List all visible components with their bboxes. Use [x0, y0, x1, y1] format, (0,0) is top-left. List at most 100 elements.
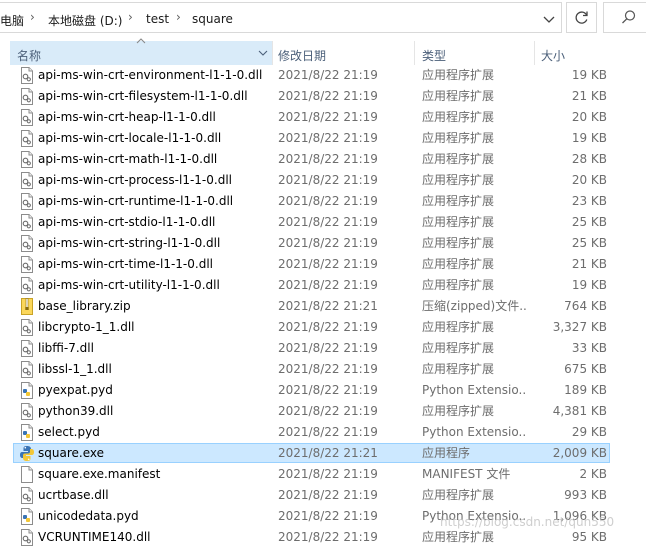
file-row[interactable]: api-ms-win-crt-math-l1-1-0.dll 2021/8/22 … — [0, 149, 646, 170]
file-date: 2021/8/22 21:19 — [278, 194, 378, 208]
file-list: api-ms-win-crt-environment-l1-1-0.dll 202… — [0, 65, 646, 547]
file-size: 19 KB — [571, 278, 607, 292]
file-size: 675 KB — [564, 362, 607, 376]
file-size: 23 KB — [571, 194, 607, 208]
file-row[interactable]: api-ms-win-crt-process-l1-1-0.dll 2021/8/… — [0, 170, 646, 191]
file-size: 19 KB — [571, 131, 607, 145]
chevron-down-icon[interactable] — [540, 11, 558, 27]
dll-icon — [19, 256, 35, 273]
file-name: libffi-7.dll — [38, 341, 94, 355]
watermark: https://blog.csdn.net/qun550 — [440, 515, 615, 529]
file-type: 应用程序扩展 — [422, 320, 495, 334]
file-row[interactable]: api-ms-win-crt-time-l1-1-0.dll 2021/8/22 … — [0, 254, 646, 275]
file-row[interactable]: api-ms-win-crt-utility-l1-1-0.dll 2021/8/… — [0, 275, 646, 296]
file-row[interactable]: base_library.zip 2021/8/22 21:21 压缩(zipped… — [0, 296, 646, 317]
file-row[interactable]: square.exe.manifest 2021/8/22 21:19 MANIFE… — [0, 464, 646, 485]
breadcrumb-square[interactable]: square — [192, 12, 233, 26]
breadcrumb-drive[interactable]: 本地磁盘 (D:) — [48, 12, 122, 29]
file-date: 2021/8/22 21:19 — [278, 173, 378, 187]
file-date: 2021/8/22 21:19 — [278, 89, 378, 103]
search-box[interactable] — [603, 2, 646, 33]
file-icon — [19, 466, 35, 483]
file-date: 2021/8/22 21:21 — [278, 299, 378, 313]
file-explorer-window: 电脑 › 本地磁盘 (D:) › test › square 名称 修改日期 类… — [0, 0, 646, 547]
file-size: 189 KB — [564, 383, 607, 397]
file-size: 21 KB — [571, 89, 607, 103]
file-type: 应用程序扩展 — [422, 215, 495, 229]
dll-icon — [19, 109, 35, 126]
file-row[interactable]: python39.dll 2021/8/22 21:19 应用程序扩展 4,381 K… — [0, 401, 646, 422]
file-size: 4,381 KB — [552, 404, 607, 418]
breadcrumb-separator-icon[interactable]: › — [176, 10, 181, 24]
file-name: base_library.zip — [38, 299, 131, 313]
file-row-selected[interactable]: square.exe 2021/8/22 21:21 应用程序 2,009 KB — [0, 443, 646, 464]
file-date: 2021/8/22 21:19 — [278, 215, 378, 229]
file-date: 2021/8/22 21:19 — [278, 530, 378, 544]
file-row[interactable]: libffi-7.dll 2021/8/22 21:19 应用程序扩展 33 KB — [0, 338, 646, 359]
file-type: 应用程序扩展 — [422, 278, 495, 292]
file-size: 19 KB — [571, 68, 607, 82]
column-size-label[interactable]: 大小 — [541, 47, 565, 64]
column-date-label[interactable]: 修改日期 — [278, 47, 326, 64]
file-type: 应用程序扩展 — [422, 68, 495, 82]
file-row[interactable]: api-ms-win-crt-heap-l1-1-0.dll 2021/8/22 … — [0, 107, 646, 128]
address-bar[interactable]: 电脑 › 本地磁盘 (D:) › test › square — [0, 2, 562, 33]
file-row[interactable]: api-ms-win-crt-runtime-l1-1-0.dll 2021/8/… — [0, 191, 646, 212]
file-row[interactable]: api-ms-win-crt-filesystem-l1-1-0.dll 2021… — [0, 86, 646, 107]
file-row[interactable]: api-ms-win-crt-environment-l1-1-0.dll 202… — [0, 65, 646, 86]
file-name: libcrypto-1_1.dll — [38, 320, 135, 334]
file-name: VCRUNTIME140.dll — [38, 530, 151, 544]
file-row[interactable]: pyexpat.pyd 2021/8/22 21:19 Python Extensi… — [0, 380, 646, 401]
file-date: 2021/8/22 21:19 — [278, 341, 378, 355]
dll-icon — [19, 172, 35, 189]
chevron-down-icon[interactable] — [258, 49, 268, 57]
pyd-icon — [19, 382, 35, 399]
file-type: Python Extensio... — [422, 383, 526, 397]
file-size: 21 KB — [571, 257, 607, 271]
file-type: 应用程序扩展 — [422, 362, 495, 376]
column-divider[interactable] — [272, 41, 273, 65]
file-date: 2021/8/22 21:19 — [278, 509, 378, 523]
file-name: api-ms-win-crt-math-l1-1-0.dll — [38, 152, 218, 166]
file-date: 2021/8/22 21:19 — [278, 488, 378, 502]
file-row[interactable]: api-ms-win-crt-string-l1-1-0.dll 2021/8/2… — [0, 233, 646, 254]
refresh-button[interactable] — [566, 2, 597, 33]
breadcrumb-test[interactable]: test — [146, 12, 169, 26]
dll-icon — [19, 67, 35, 84]
file-row[interactable]: libcrypto-1_1.dll 2021/8/22 21:19 应用程序扩展 3,… — [0, 317, 646, 338]
file-row[interactable]: api-ms-win-crt-stdio-l1-1-0.dll 2021/8/22… — [0, 212, 646, 233]
file-row[interactable]: select.pyd 2021/8/22 21:19 Python Extensio… — [0, 422, 646, 443]
dll-icon — [19, 130, 35, 147]
file-type: 应用程序扩展 — [422, 236, 495, 250]
file-date: 2021/8/22 21:19 — [278, 236, 378, 250]
file-row[interactable]: libssl-1_1.dll 2021/8/22 21:19 应用程序扩展 675 K… — [0, 359, 646, 380]
file-row[interactable]: api-ms-win-crt-locale-l1-1-0.dll 2021/8/2… — [0, 128, 646, 149]
breadcrumb-separator-icon[interactable]: › — [30, 10, 35, 24]
dll-icon — [19, 193, 35, 210]
file-date: 2021/8/22 21:19 — [278, 278, 378, 292]
file-type: MANIFEST 文件 — [422, 467, 511, 481]
file-date: 2021/8/22 21:19 — [278, 257, 378, 271]
breadcrumb-separator-icon[interactable]: › — [128, 10, 133, 24]
column-divider[interactable] — [414, 41, 415, 65]
file-type: 应用程序扩展 — [422, 152, 495, 166]
file-row[interactable]: ucrtbase.dll 2021/8/22 21:19 应用程序扩展 993 KB — [0, 485, 646, 506]
file-row[interactable]: VCRUNTIME140.dll 2021/8/22 21:19 应用程序扩展 95 … — [0, 527, 646, 547]
breadcrumb-pc[interactable]: 电脑 — [0, 12, 24, 29]
file-size: 764 KB — [564, 299, 607, 313]
file-size: 20 KB — [571, 110, 607, 124]
file-name: python39.dll — [38, 404, 114, 418]
column-divider[interactable] — [534, 41, 535, 65]
file-name: unicodedata.pyd — [38, 509, 139, 523]
refresh-icon — [575, 11, 588, 24]
dll-icon — [19, 403, 35, 420]
python-exe-icon — [19, 445, 35, 462]
file-type: Python Extensio... — [422, 425, 526, 439]
file-size: 2,009 KB — [552, 446, 607, 460]
file-date: 2021/8/22 21:21 — [278, 446, 378, 460]
file-name: ucrtbase.dll — [38, 488, 109, 502]
file-name: api-ms-win-crt-stdio-l1-1-0.dll — [38, 215, 216, 229]
column-name-label[interactable]: 名称 — [17, 47, 41, 64]
dll-icon — [19, 277, 35, 294]
column-type-label[interactable]: 类型 — [422, 47, 446, 64]
